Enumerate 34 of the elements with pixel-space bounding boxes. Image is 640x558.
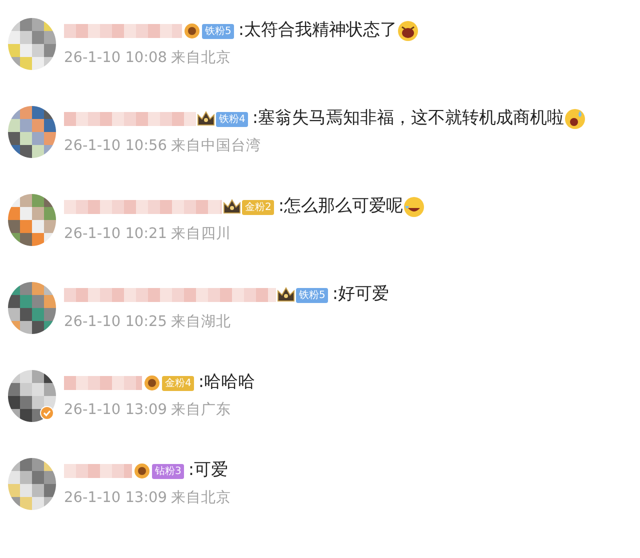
comment-text: :怎么那么可爱呢 [278,195,404,218]
comment-text: :好可爱 [332,283,390,306]
comment-time: 26-1-10 10:25 [64,313,167,332]
comment-location: 来自广东 [171,400,231,420]
comment-text: :太符合我精神状态了 [238,19,398,42]
comment-location: 来自北京 [171,48,231,68]
fan-level-badge: 铁粉4 [216,112,248,126]
crown-icon [276,286,296,304]
comment-time: 26-1-10 13:09 [64,489,167,508]
fan-level-badge: 钻粉3 [152,464,184,478]
comment-time: 26-1-10 10:08 [64,49,167,68]
emoji-icon [403,196,426,218]
emoji-icon [397,20,420,42]
comment-location: 来自湖北 [171,313,231,332]
fan-level-badge: 金粉4 [162,376,194,390]
crown-icon [222,198,242,216]
comment-time: 26-1-10 13:09 [64,401,167,420]
comment-location: 来自四川 [171,225,231,244]
comment-location: 来自中国台湾 [171,136,261,156]
comment-text: :哈哈哈 [198,371,256,394]
medal-icon [142,374,162,392]
comment-location: 来自北京 [171,488,231,508]
comment-text: :塞翁失马焉知非福，这不就转机成商机啦 [252,107,564,130]
medal-icon [182,22,202,40]
comment-text: :可爱 [188,459,228,482]
medal-icon [132,462,152,480]
emoji-icon [564,108,586,130]
crown-icon [196,110,216,128]
fan-level-badge: 铁粉5 [202,24,234,38]
fan-level-badge: 金粉2 [242,200,274,214]
fan-level-badge: 铁粉5 [296,288,328,302]
comment-time: 26-1-10 10:56 [64,137,167,156]
redacted-name [64,462,132,480]
comment-time: 26-1-10 10:21 [64,225,167,244]
